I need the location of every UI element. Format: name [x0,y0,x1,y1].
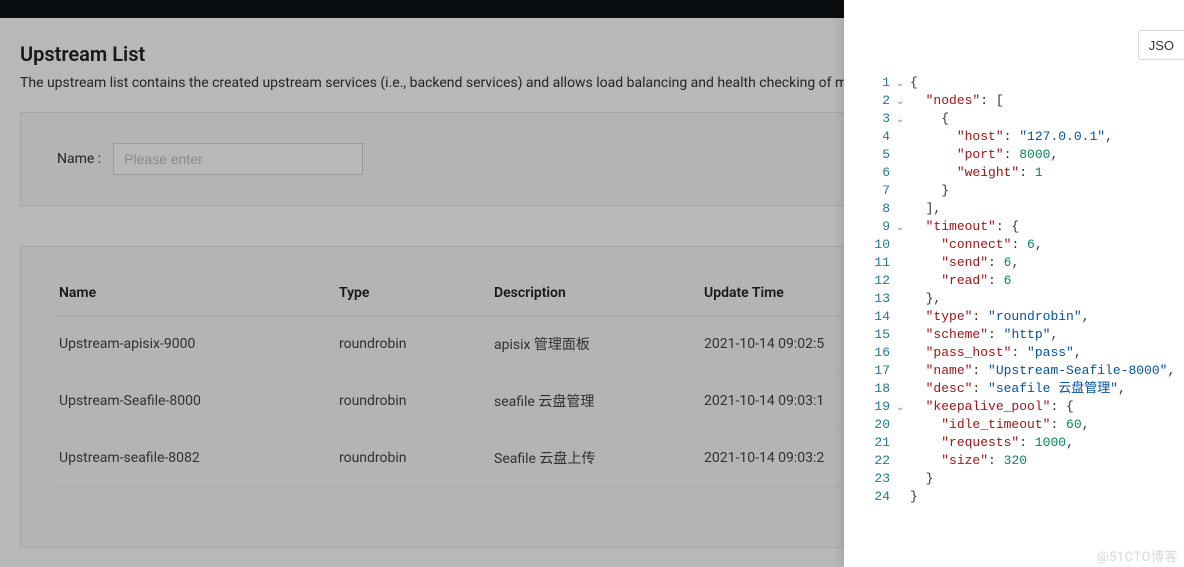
code-editor[interactable]: 123456789101112131415161718192021222324 … [844,72,1184,567]
name-filter-label: Name : [57,151,101,167]
cell-type: roundrobin [331,429,486,486]
drawer-toolbar: JSO [844,0,1184,72]
code-gutter: 123456789101112131415161718192021222324 [844,74,896,567]
cell-name: Upstream-seafile-8082 [51,429,331,486]
json-format-button[interactable]: JSO [1138,30,1184,60]
code-content[interactable]: { "nodes": [ { "host": "127.0.0.1", "por… [910,74,1184,567]
cell-description: apisix 管理面板 [486,315,696,372]
cell-description: Seafile 云盘上传 [486,429,696,486]
cell-name: Upstream-apisix-9000 [51,315,331,372]
code-fold-column: ⌄⌄⌄⌄⌄ [896,74,910,567]
cell-type: roundrobin [331,372,486,429]
cell-description: seafile 云盘管理 [486,372,696,429]
col-header-name[interactable]: Name [51,271,331,316]
cell-type: roundrobin [331,315,486,372]
col-header-type[interactable]: Type [331,271,486,316]
name-filter-input[interactable] [113,143,363,175]
config-drawer: JSO 123456789101112131415161718192021222… [844,0,1184,567]
col-header-description[interactable]: Description [486,271,696,316]
cell-name: Upstream-Seafile-8000 [51,372,331,429]
